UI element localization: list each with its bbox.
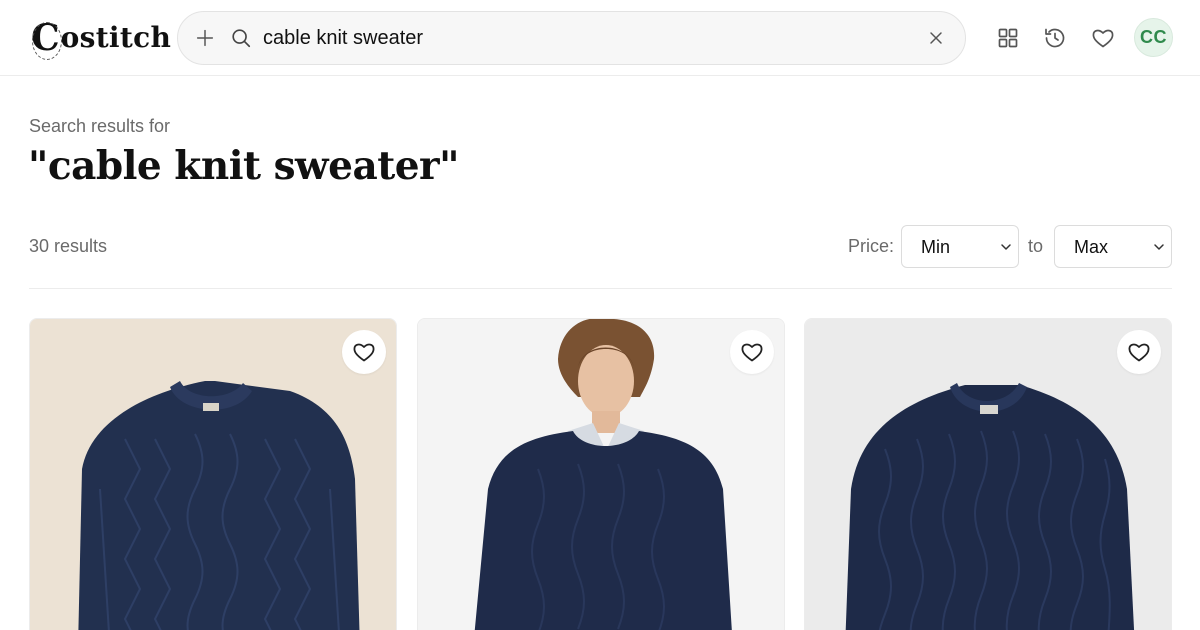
page-title: "cable knit sweater": [28, 143, 459, 189]
heart-icon[interactable]: [1091, 26, 1115, 50]
search-bar: [177, 11, 966, 65]
close-icon[interactable]: [926, 28, 946, 48]
search-input[interactable]: [263, 24, 903, 52]
result-count: 30 results: [29, 236, 108, 256]
min-price-select[interactable]: Min: [901, 225, 1019, 268]
product-card[interactable]: [417, 318, 785, 630]
history-icon[interactable]: [1043, 26, 1067, 50]
heart-icon: [353, 343, 375, 362]
heart-icon: [741, 343, 763, 362]
brand-logo[interactable]: C ostitch: [31, 16, 171, 60]
search-icon: [232, 29, 251, 48]
product-card[interactable]: [29, 318, 397, 630]
grid-icon[interactable]: [996, 26, 1020, 50]
price-filter-label: Price:: [848, 236, 895, 256]
brand-logo-text: ostitch: [60, 21, 172, 54]
price-range-to-label: to: [1028, 236, 1044, 256]
brand-logo-initial: C: [31, 17, 62, 60]
top-header: C ostitch CC: [0, 0, 1200, 76]
max-price-select[interactable]: Max: [1054, 225, 1172, 268]
plus-icon[interactable]: [194, 27, 216, 49]
chevron-down-icon: [1154, 244, 1164, 250]
min-price-value: Min: [921, 237, 951, 257]
product-image[interactable]: [30, 319, 397, 630]
max-price-value: Max: [1074, 237, 1109, 257]
search-results-subheading: Search results for: [29, 116, 171, 136]
favorite-button[interactable]: [342, 330, 386, 374]
product-image[interactable]: [805, 319, 1172, 630]
product-image[interactable]: [418, 319, 785, 630]
chevron-down-icon: [1001, 244, 1011, 250]
favorite-button[interactable]: [730, 330, 774, 374]
heart-icon: [1128, 343, 1150, 362]
user-avatar[interactable]: CC: [1134, 18, 1173, 57]
product-card[interactable]: [804, 318, 1172, 630]
results-divider: [29, 288, 1172, 289]
favorite-button[interactable]: [1117, 330, 1161, 374]
